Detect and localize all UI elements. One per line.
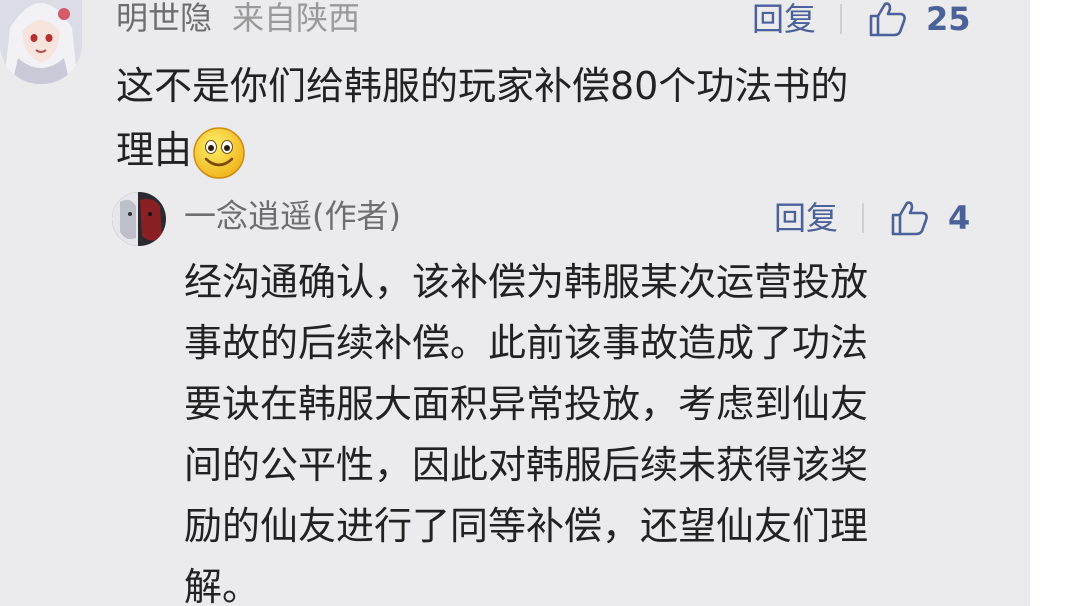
commenter-location: 来自陕西: [232, 0, 361, 37]
action-divider: [840, 4, 843, 34]
comment-panel: 明世隐 来自陕西 回复 25 这不是你们给韩服的玩家补偿80个功法书的 理由 一…: [0, 0, 1030, 606]
reply-line: 励的仙友进行了同等补偿，还望仙友们理: [184, 504, 869, 548]
reply-line: 事故的后续补偿。此前该事故造成了功法: [184, 321, 869, 365]
comment-actions: 回复 25: [752, 0, 971, 38]
reply-line: 间的公平性，因此对韩服后续未获得该奖: [184, 443, 869, 487]
reply-line: 要诀在韩服大面积异常投放，考虑到仙友: [184, 382, 869, 426]
reply-button[interactable]: 回复: [752, 3, 816, 35]
thumbs-up-icon[interactable]: [868, 1, 908, 37]
author-avatar[interactable]: [112, 192, 166, 246]
reply-line: 解。: [184, 565, 261, 606]
reply-actions: 回复 4: [774, 199, 971, 237]
commenter-username[interactable]: 明世隐: [116, 0, 212, 37]
thumbs-up-icon[interactable]: [890, 200, 930, 236]
reply-button[interactable]: 回复: [774, 202, 838, 234]
commenter-name[interactable]: 明世隐 来自陕西: [116, 2, 360, 34]
comment-text: 这不是你们给韩服的玩家补偿80个功法书的 理由: [116, 54, 1016, 182]
comment-line-2: 理由: [116, 118, 1016, 182]
comment-line-1: 这不是你们给韩服的玩家补偿80个功法书的: [116, 64, 849, 108]
commenter-avatar[interactable]: [0, 0, 82, 84]
reply-text: 经沟通确认，该补偿为韩服某次运营投放 事故的后续补偿。此前该事故造成了功法 要诀…: [184, 252, 1024, 606]
like-count: 4: [948, 199, 971, 237]
comment-line-2-text: 理由: [116, 128, 193, 172]
smile-emoji-icon: [192, 126, 246, 180]
like-count: 25: [926, 0, 971, 38]
author-name[interactable]: 一念逍遥(作者): [184, 200, 401, 232]
action-divider: [862, 203, 865, 233]
reply-line: 经沟通确认，该补偿为韩服某次运营投放: [184, 260, 869, 304]
